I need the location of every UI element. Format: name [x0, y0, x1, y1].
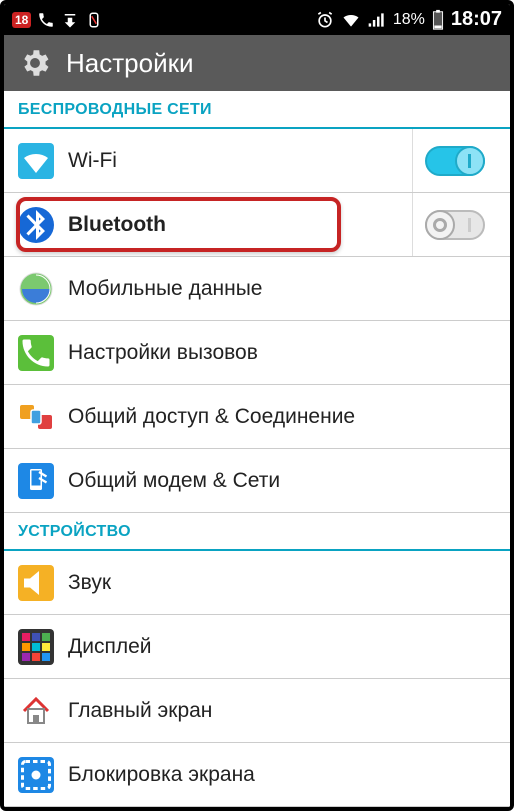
- display-icon: [18, 629, 54, 665]
- settings-screen: 18 18% 18:07: [0, 0, 514, 811]
- download-icon: [61, 11, 79, 29]
- row-label: Общий доступ & Соединение: [68, 405, 496, 429]
- notification-badge: 18: [12, 12, 31, 28]
- bluetooth-toggle[interactable]: [425, 210, 485, 240]
- row-label: Настройки вызовов: [68, 341, 496, 365]
- device-list: Звук Дисплей Главный экран Блокировка эк…: [4, 551, 510, 807]
- row-bluetooth[interactable]: Bluetooth: [4, 193, 510, 257]
- home-icon: [18, 693, 54, 729]
- settings-gear-icon: [18, 46, 52, 80]
- row-sound[interactable]: Звук: [4, 551, 510, 615]
- section-header-wireless: БЕСПРОВОДНЫЕ СЕТИ: [4, 91, 510, 129]
- row-label: Wi-Fi: [68, 149, 412, 173]
- tethering-icon: [18, 463, 54, 499]
- lock-icon: [18, 757, 54, 793]
- call-icon: [18, 335, 54, 371]
- title-bar: Настройки: [4, 35, 510, 91]
- wireless-list: Wi-Fi Bluetooth Мобильные данные: [4, 129, 510, 513]
- signal-icon: [367, 10, 387, 30]
- bluetooth-icon: [18, 207, 54, 243]
- row-lock-screen[interactable]: Блокировка экрана: [4, 743, 510, 807]
- battery-icon: [431, 9, 445, 31]
- row-label: Bluetooth: [68, 213, 412, 237]
- row-tethering[interactable]: Общий модем & Сети: [4, 449, 510, 513]
- row-share-connect[interactable]: Общий доступ & Соединение: [4, 385, 510, 449]
- row-label: Блокировка экрана: [68, 763, 496, 787]
- page-title: Настройки: [66, 48, 194, 79]
- alarm-icon: [315, 10, 335, 30]
- row-call-settings[interactable]: Настройки вызовов: [4, 321, 510, 385]
- row-mobile-data[interactable]: Мобильные данные: [4, 257, 510, 321]
- wifi-icon: [18, 143, 54, 179]
- status-bar: 18 18% 18:07: [4, 4, 510, 35]
- row-label: Мобильные данные: [68, 277, 496, 301]
- share-icon: [18, 399, 54, 435]
- section-header-device: УСТРОЙСТВО: [4, 513, 510, 551]
- clock: 18:07: [451, 8, 502, 31]
- mobile-data-icon: [18, 271, 54, 307]
- cleaner-icon: [85, 11, 103, 29]
- wifi-status-icon: [341, 10, 361, 30]
- row-label: Звук: [68, 571, 496, 595]
- row-label: Главный экран: [68, 699, 496, 723]
- row-wifi[interactable]: Wi-Fi: [4, 129, 510, 193]
- battery-percent: 18%: [393, 11, 425, 29]
- sound-icon: [18, 565, 54, 601]
- row-label: Общий модем & Сети: [68, 469, 496, 493]
- row-label: Дисплей: [68, 635, 496, 659]
- phone-missed-icon: [37, 11, 55, 29]
- row-home-screen[interactable]: Главный экран: [4, 679, 510, 743]
- wifi-toggle[interactable]: [425, 146, 485, 176]
- row-display[interactable]: Дисплей: [4, 615, 510, 679]
